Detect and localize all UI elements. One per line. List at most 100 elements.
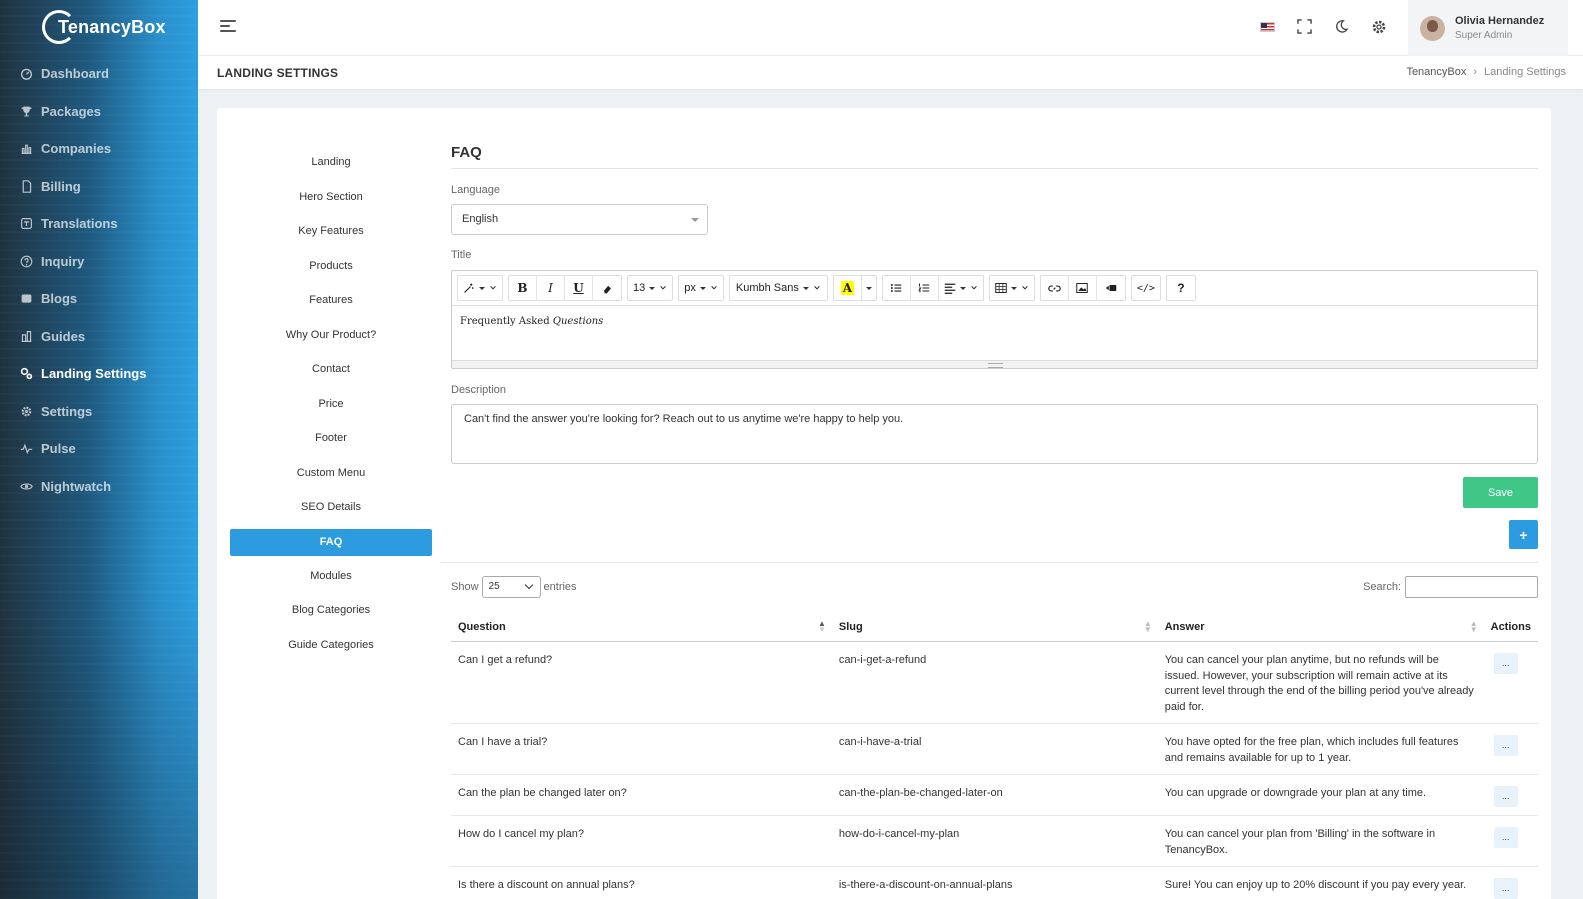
sidebar-item-packages[interactable]: Packages [0,93,198,131]
video-button[interactable] [1097,276,1125,300]
font-family-dropdown[interactable]: Kumbh Sans [730,276,827,300]
sidebar-item-landing-settings[interactable]: Landing Settings [0,355,198,393]
user-name: Olivia Hernandez [1455,15,1545,27]
editor-resize-handle[interactable] [452,360,1537,368]
title-editor-content[interactable]: Frequently Asked Questions [452,306,1537,360]
table-search: Search: [1363,576,1538,598]
menu-toggle-icon[interactable] [220,20,236,35]
settings-menu-item-blog-categories[interactable]: Blog Categories [230,593,432,628]
unordered-list-button[interactable] [883,276,911,300]
row-actions-button[interactable]: ... [1493,827,1518,848]
language-select[interactable]: English [451,204,708,235]
sidebar-item-label: Packages [41,103,101,119]
dashboard-icon [20,67,33,81]
chevron-down-icon [971,286,977,290]
unit-dropdown[interactable]: px [679,276,723,300]
app-logo[interactable]: TenancyBox [0,0,198,55]
settings-menu-item-faq[interactable]: FAQ [230,528,432,556]
dark-mode-icon[interactable] [1333,18,1350,35]
column-header-answer[interactable]: Answer ▲ ▼ [1157,613,1484,642]
row-actions-button[interactable]: ... [1493,878,1518,899]
sidebar-item-blogs[interactable]: Blogs [0,280,198,318]
settings-menu-item-features[interactable]: Features [230,283,432,318]
sidebar-item-inquiry[interactable]: Inquiry [0,243,198,281]
magic-wand-style-button[interactable] [458,276,502,300]
entries-label: entries [543,581,577,593]
sidebar-item-translations[interactable]: Translations [0,205,198,243]
row-actions-button[interactable]: ... [1493,786,1518,807]
settings-menu-item-footer[interactable]: Footer [230,421,432,456]
column-header-question[interactable]: Question ▲ ▼ [451,613,832,642]
sidebar-item-settings[interactable]: Settings [0,393,198,431]
table-dropdown[interactable] [990,276,1034,300]
settings-menu-item-key-features[interactable]: Key Features [230,214,432,249]
settings-menu-item-products[interactable]: Products [230,249,432,284]
ordered-list-button[interactable] [911,276,939,300]
search-input[interactable] [1405,576,1538,598]
table-row: Can I have a trial? can-i-have-a-trial Y… [451,723,1538,775]
row-actions-button[interactable]: ... [1493,735,1518,756]
link-button[interactable] [1041,276,1069,300]
settings-menu-item-guide-categories[interactable]: Guide Categories [230,628,432,663]
chevron-down-icon [660,286,666,290]
settings-menu-item-hero-section[interactable]: Hero Section [230,180,432,215]
language-flag-icon[interactable] [1259,18,1276,35]
sidebar-item-nightwatch[interactable]: Nightwatch [0,468,198,506]
description-textarea[interactable]: Can't find the answer you're looking for… [451,404,1538,464]
fullscreen-icon[interactable] [1296,18,1313,35]
column-header-slug[interactable]: Slug ▲ ▼ [831,613,1158,642]
sidebar-item-pulse[interactable]: Pulse [0,430,198,468]
page-length-select[interactable]: 25 [481,576,541,598]
settings-menu-item-landing[interactable]: Landing [230,145,432,180]
slug-cell: how-do-i-cancel-my-plan [831,815,1158,867]
table-row: How do I cancel my plan? how-do-i-cancel… [451,815,1538,867]
settings-menu-item-custom-menu[interactable]: Custom Menu [230,456,432,491]
trophy-icon [20,105,33,118]
table-header-row: Question ▲ ▼ Slug ▲ ▼ Answer ▲ ▼ Actions [451,613,1538,642]
chevron-down-icon [814,286,820,290]
settings-menu-item-contact[interactable]: Contact [230,352,432,387]
eraser-icon [603,285,611,293]
title-label: Title [451,249,472,261]
answer-cell: You have opted for the free plan, which … [1157,723,1484,775]
sidebar-item-dashboard[interactable]: Dashboard [0,55,198,93]
settings-menu-item-price[interactable]: Price [230,387,432,422]
settings-menu-item-seo-details[interactable]: SEO Details [230,490,432,525]
italic-button[interactable]: I [537,276,565,300]
text-color-button[interactable]: A [834,276,862,300]
question-cell: How do I cancel my plan? [451,815,832,867]
settings-gear-icon[interactable] [1370,18,1387,35]
code-view-button[interactable]: </> [1132,276,1160,300]
eraser-button[interactable] [593,276,621,300]
title-text-italic: Questions [552,316,604,327]
bold-button[interactable]: B [509,276,537,300]
sidebar-item-billing[interactable]: Billing [0,168,198,206]
settings-menu-item-modules[interactable]: Modules [230,559,432,594]
sidebar-item-label: Inquiry [41,253,85,269]
settings-menu-item-why-our-product[interactable]: Why Our Product? [230,318,432,353]
magic-wand-icon [464,283,474,293]
question-cell: Can I get a refund? [451,641,832,724]
breadcrumb-home[interactable]: TenancyBox [1406,66,1466,78]
sidebar-item-companies[interactable]: Companies [0,130,198,168]
underline-button[interactable]: U [565,276,593,300]
help-button[interactable]: ? [1167,276,1195,300]
sort-asc-icon: ▲ ▼ [817,619,826,634]
text-color-icon: A [840,281,855,295]
font-family-value: Kumbh Sans [735,282,799,294]
app-name: TenancyBox [58,17,166,37]
paragraph-align-dropdown[interactable] [939,276,983,300]
sidebar-item-guides[interactable]: Guides [0,318,198,356]
title-text: Frequently Asked [460,316,553,327]
save-button[interactable]: Save [1463,477,1538,508]
chevron-down-icon [524,580,533,590]
sort-icon: ▲ ▼ [1143,619,1152,634]
add-faq-button[interactable]: + [1509,520,1538,549]
row-actions-button[interactable]: ... [1493,653,1518,674]
user-menu[interactable]: Olivia Hernandez Super Admin [1408,0,1568,56]
sidebar-item-label: Settings [41,403,93,419]
image-button[interactable] [1069,276,1097,300]
font-size-dropdown[interactable]: 13 [628,276,672,300]
settings-menu: Landing Hero Section Key Features Produc… [230,145,432,662]
text-color-dropdown[interactable] [862,276,876,300]
